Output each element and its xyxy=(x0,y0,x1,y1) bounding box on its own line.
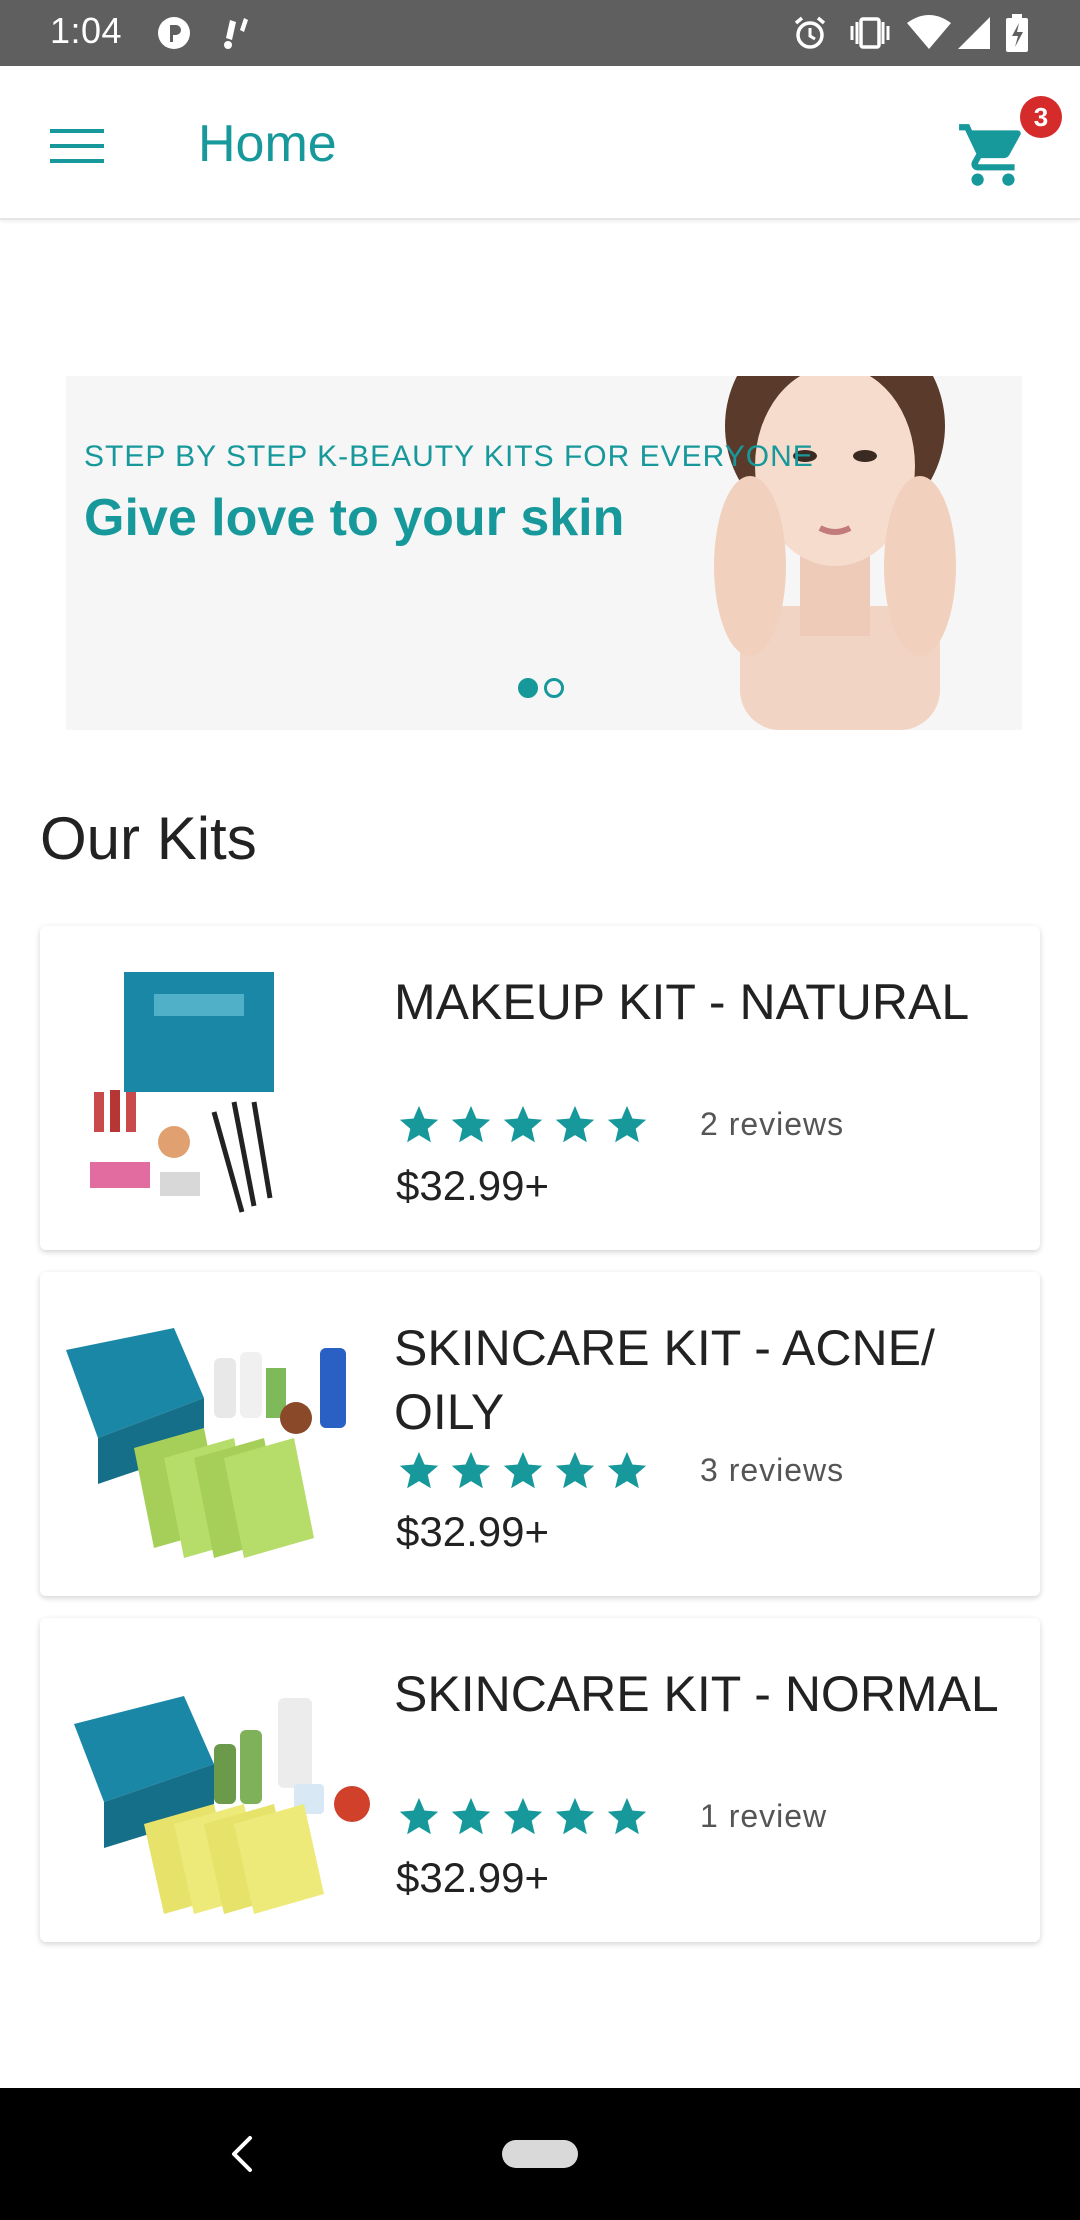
product-image xyxy=(54,1288,376,1580)
system-nav-bar xyxy=(0,2088,1080,2220)
product-image xyxy=(54,1634,376,1926)
carousel-dot-1[interactable] xyxy=(518,678,538,698)
product-image xyxy=(54,942,376,1234)
product-price: $32.99+ xyxy=(396,1854,549,1901)
notification-icon xyxy=(218,14,252,52)
promo-banner[interactable] xyxy=(66,376,1022,730)
star-icon xyxy=(555,1105,595,1143)
star-icon xyxy=(607,1451,647,1489)
product-price: $32.99+ xyxy=(396,1508,549,1555)
status-time: 1:04 xyxy=(50,10,123,51)
review-count: 3 reviews xyxy=(700,1452,845,1488)
cart-count-badge: 3 xyxy=(1020,96,1062,138)
hamburger-menu-icon xyxy=(50,129,104,163)
wifi-icon xyxy=(906,14,952,52)
product-name: MAKEUP KIT - NATURAL xyxy=(394,974,970,1030)
rating-stars xyxy=(396,1448,650,1494)
signal-icon xyxy=(954,14,994,52)
star-icon xyxy=(607,1797,647,1835)
cart-button[interactable]: 3 xyxy=(956,96,1062,206)
star-icon xyxy=(503,1797,543,1835)
page-title: Home xyxy=(198,115,337,173)
review-count: 1 review xyxy=(700,1798,828,1834)
banner-title: Give love to your skin xyxy=(84,489,625,547)
star-icon xyxy=(555,1451,595,1489)
star-icon xyxy=(451,1797,491,1835)
carousel-indicator xyxy=(518,678,564,698)
rating-stars xyxy=(396,1794,650,1840)
battery-charging-icon xyxy=(1002,14,1032,52)
product-price: $32.99+ xyxy=(396,1162,549,1209)
product-card-makeup-natural[interactable]: MAKEUP KIT - NATURAL 2 reviews $32.99+ xyxy=(40,926,1040,1250)
star-icon xyxy=(451,1105,491,1143)
star-icon xyxy=(555,1797,595,1835)
banner-subtitle: STEP BY STEP K-BEAUTY KITS FOR EVERYONE xyxy=(84,440,814,473)
star-icon xyxy=(503,1105,543,1143)
menu-button[interactable] xyxy=(40,116,114,176)
alarm-icon xyxy=(790,14,830,52)
star-icon xyxy=(503,1451,543,1489)
section-title: Our Kits xyxy=(40,805,257,872)
rating-stars xyxy=(396,1102,650,1148)
product-card-skincare-acne-oily[interactable]: SKINCARE KIT - ACNE/ OILY 3 reviews $32.… xyxy=(40,1272,1040,1596)
star-icon xyxy=(451,1451,491,1489)
star-icon xyxy=(399,1105,439,1143)
back-icon[interactable] xyxy=(222,2132,262,2176)
carousel-dot-2[interactable] xyxy=(544,678,564,698)
product-name: SKINCARE KIT - ACNE/ OILY xyxy=(394,1320,935,1440)
model-face-image xyxy=(670,376,1000,730)
vibrate-icon xyxy=(848,14,892,52)
home-pill-icon[interactable] xyxy=(502,2140,578,2168)
app-bar: Home 3 xyxy=(0,66,1080,220)
product-name: SKINCARE KIT - NORMAL xyxy=(394,1666,999,1722)
star-icon xyxy=(607,1105,647,1143)
status-bar: 1:04 xyxy=(0,0,1080,66)
p-icon xyxy=(154,14,194,52)
review-count: 2 reviews xyxy=(700,1106,845,1142)
product-card-skincare-normal[interactable]: SKINCARE KIT - NORMAL 1 review $32.99+ xyxy=(40,1618,1040,1942)
cart-icon xyxy=(959,124,1021,186)
star-icon xyxy=(399,1451,439,1489)
star-icon xyxy=(399,1797,439,1835)
